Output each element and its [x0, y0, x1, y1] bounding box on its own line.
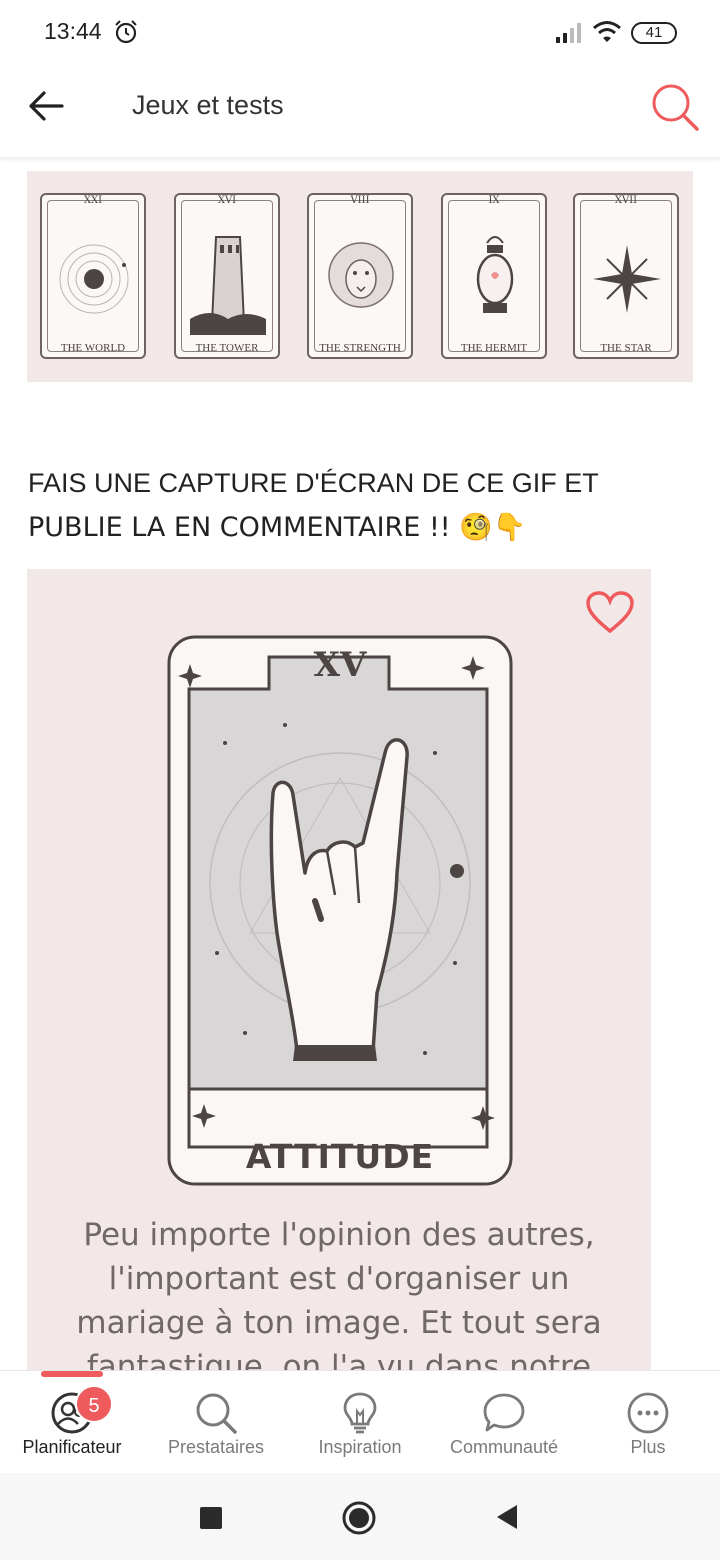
status-bar: 13:44 41: [0, 0, 720, 66]
heart-icon[interactable]: [585, 591, 635, 635]
post-content: XXI THE WORLD XVI THE TOWER VIII THE STR…: [0, 158, 720, 1370]
recent-apps-button[interactable]: [200, 1507, 222, 1529]
search-icon: [196, 1393, 237, 1434]
gif-caption-line4: fantastique, on l'a vu dans notre: [86, 1349, 592, 1370]
nav-item-inspiration[interactable]: Inspiration: [288, 1371, 432, 1474]
banner-card-strength: VIII THE STRENGTH: [307, 193, 413, 359]
card-label: THE STAR: [600, 342, 652, 354]
alarm-icon: [115, 20, 137, 44]
banner-card-hermit: IX THE HERMIT: [441, 193, 547, 359]
card-numeral: VIII: [350, 195, 370, 206]
battery-indicator: 41: [631, 22, 677, 44]
gif-caption-line3: mariage à ton image. Et tout sera: [76, 1305, 602, 1341]
nav-label: Plus: [630, 1437, 666, 1457]
nav-label: Communauté: [449, 1437, 559, 1457]
card-label: THE WORLD: [60, 342, 126, 354]
lantern-icon: [476, 236, 514, 313]
banner-card-star: XVII THE STAR: [573, 193, 679, 359]
tarot-name: ATTITUDE: [245, 1137, 435, 1176]
gif-image[interactable]: XV ATTITUDE Peu importe l'opinion des au…: [27, 569, 651, 1370]
gif-caption: Peu importe l'opinion des autres, l'impo…: [51, 1213, 627, 1370]
active-tab-indicator: [41, 1371, 103, 1377]
nav-item-plus[interactable]: Plus: [576, 1371, 720, 1474]
page-title: Jeux et tests: [132, 90, 284, 120]
post-heading: FAIS UNE CAPTURE D'ÉCRAN DE CE GIF ET PU…: [28, 461, 678, 550]
card-label: THE STRENGTH: [319, 342, 401, 354]
status-time: 13:44: [44, 18, 102, 44]
search-icon[interactable]: [650, 82, 700, 132]
planet-icon: [59, 244, 129, 314]
nav-label: Inspiration: [318, 1437, 402, 1457]
banner-card-world: XXI THE WORLD: [40, 193, 146, 359]
card-label: THE TOWER: [195, 342, 259, 354]
card-numeral: XXI: [83, 195, 103, 206]
star-icon: [593, 245, 661, 313]
tarot-card-attitude: XV ATTITUDE: [165, 633, 515, 1188]
signal-icon: [556, 23, 581, 43]
nav-item-planificateur[interactable]: 5 Planificateur: [0, 1371, 144, 1474]
system-navigation-bar: [0, 1473, 720, 1560]
system-back-button[interactable]: [495, 1503, 519, 1531]
app-bar: Jeux et tests: [0, 66, 720, 158]
nav-item-communaute[interactable]: Communauté: [432, 1371, 576, 1474]
card-numeral: IX: [488, 195, 500, 206]
back-arrow-icon[interactable]: [26, 86, 66, 126]
banner-card-tower: XVI THE TOWER: [174, 193, 280, 359]
post-heading-line2: PUBLIE LA EN COMMENTAIRE !! 🧐👇: [28, 512, 527, 543]
card-label: THE HERMIT: [460, 342, 528, 354]
tarot-numeral: XV: [313, 645, 367, 685]
lion-icon: [328, 242, 394, 308]
nav-item-prestataires[interactable]: Prestataires: [144, 1371, 288, 1474]
notification-badge: 5: [75, 1385, 113, 1423]
chat-bubble-icon: [483, 1393, 525, 1432]
bottom-navigation: 5 Planificateur Prestataires Inspiration…: [0, 1370, 720, 1473]
nav-label: Planificateur: [22, 1437, 122, 1457]
gif-caption-line2: l'important est d'organiser un: [108, 1261, 570, 1297]
tarot-frame: [167, 635, 513, 1186]
gif-caption-line1: Peu importe l'opinion des autres,: [83, 1217, 595, 1253]
home-button[interactable]: [341, 1500, 377, 1536]
more-icon: [627, 1392, 669, 1434]
card-numeral: XVII: [614, 195, 638, 206]
post-heading-line1: FAIS UNE CAPTURE D'ÉCRAN DE CE GIF ET: [28, 468, 599, 498]
tower-icon: [190, 236, 266, 335]
card-numeral: XVI: [217, 195, 237, 206]
lightbulb-icon: [343, 1392, 377, 1434]
wifi-icon: [593, 21, 621, 42]
tarot-cards-banner: XXI THE WORLD XVI THE TOWER VIII THE STR…: [27, 171, 693, 382]
nav-label: Prestataires: [167, 1437, 265, 1457]
